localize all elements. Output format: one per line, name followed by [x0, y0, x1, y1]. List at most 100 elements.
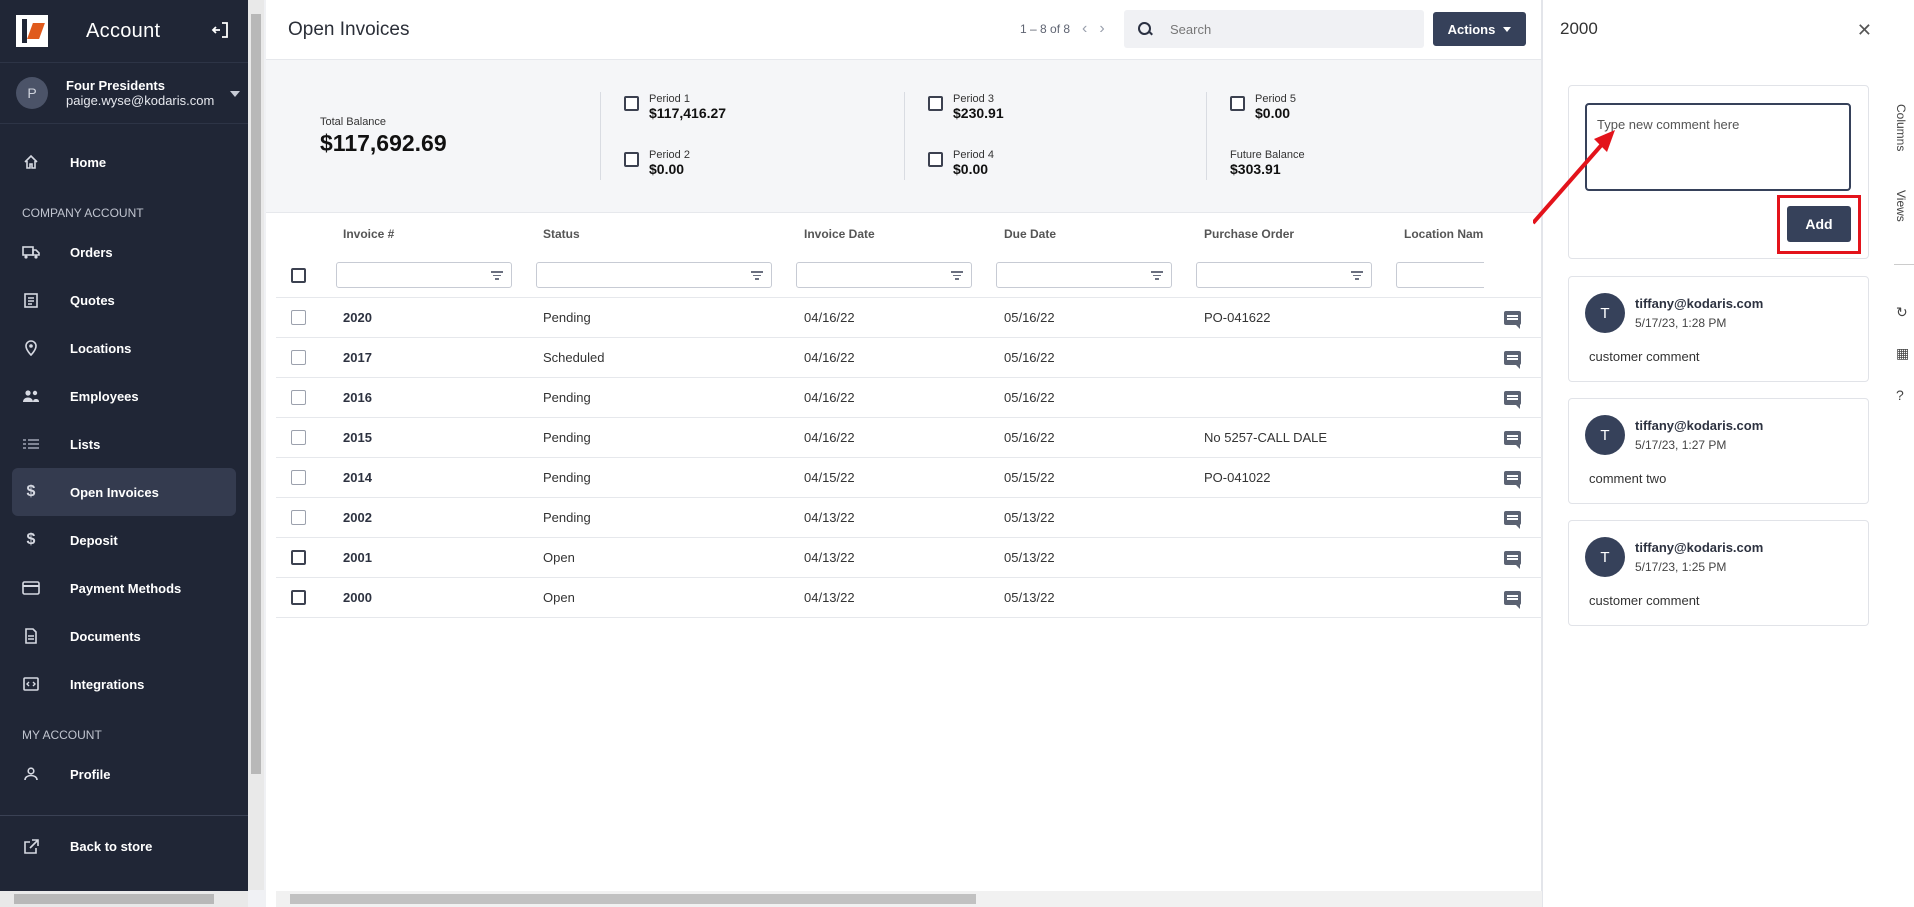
comment-icon[interactable] — [1504, 431, 1521, 449]
comment-icon[interactable] — [1504, 391, 1521, 409]
search-input[interactable] — [1170, 21, 1410, 37]
filter-due-date[interactable] — [996, 262, 1172, 288]
period-5[interactable]: Period 5 $0.00 — [1230, 92, 1296, 120]
period-4[interactable]: Period 4 $0.00 — [928, 148, 994, 176]
sidebar-item-orders[interactable]: Orders — [12, 228, 236, 276]
row-checkbox[interactable] — [291, 390, 306, 405]
sidebar-item-integrations[interactable]: Integrations — [12, 660, 236, 708]
row-checkbox[interactable] — [291, 430, 306, 445]
table-row[interactable]: 2014 Pending 04/15/22 05/15/22 PO-041022 — [276, 458, 1542, 498]
row-checkbox[interactable] — [291, 590, 306, 605]
filter-purchase-order[interactable] — [1196, 262, 1372, 288]
invoice-number[interactable]: 2020 — [343, 310, 372, 325]
filter-invoice[interactable] — [336, 262, 512, 288]
table-horizontal-scrollbar[interactable] — [276, 891, 1542, 907]
columns-tab[interactable]: Columns — [1894, 104, 1908, 151]
period-1-checkbox[interactable] — [624, 96, 639, 111]
sidebar-vertical-scrollbar[interactable] — [248, 0, 264, 890]
sidebar-item-profile[interactable]: Profile — [12, 750, 236, 798]
invoice-number[interactable]: 2016 — [343, 390, 372, 405]
filter-icon[interactable] — [491, 271, 503, 280]
period-2-checkbox[interactable] — [624, 152, 639, 167]
comment-icon[interactable] — [1504, 351, 1521, 369]
table-row[interactable]: 2015 Pending 04/16/22 05/16/22 No 5257-C… — [276, 418, 1542, 458]
sidebar-item-employees[interactable]: Employees — [12, 372, 236, 420]
table-row[interactable]: 2000 Open 04/13/22 05/13/22 — [276, 578, 1542, 618]
filter-icon[interactable] — [951, 271, 963, 280]
period-3[interactable]: Period 3 $230.91 — [928, 92, 1004, 120]
sidebar-item-documents[interactable]: Documents — [12, 612, 236, 660]
row-checkbox[interactable] — [291, 350, 306, 365]
comment-icon[interactable] — [1504, 471, 1521, 489]
invoice-number[interactable]: 2001 — [343, 550, 372, 565]
chevron-right-icon[interactable]: › — [1099, 21, 1104, 37]
sidebar-item-payment-methods[interactable]: Payment Methods — [12, 564, 236, 612]
row-checkbox[interactable] — [291, 310, 306, 325]
views-tab[interactable]: Views — [1894, 190, 1908, 222]
period-5-checkbox[interactable] — [1230, 96, 1245, 111]
invoice-number[interactable]: 2015 — [343, 430, 372, 445]
close-icon[interactable]: ✕ — [1857, 20, 1872, 41]
table-row[interactable]: 2020 Pending 04/16/22 05/16/22 PO-041622 — [276, 298, 1542, 338]
row-checkbox[interactable] — [291, 470, 306, 485]
period-label: Future Balance — [1230, 149, 1305, 161]
row-checkbox[interactable] — [291, 510, 306, 525]
comment-icon[interactable] — [1504, 511, 1521, 529]
sidebar-item-label: Orders — [70, 244, 113, 260]
caret-down-icon[interactable] — [230, 91, 240, 97]
filter-status[interactable] — [536, 262, 772, 288]
user-switcher[interactable]: P Four Presidents paige.wyse@kodaris.com — [0, 62, 248, 124]
invoice-number[interactable]: 2017 — [343, 350, 372, 365]
select-all-checkbox[interactable] — [291, 268, 306, 283]
comment-textarea[interactable] — [1585, 103, 1851, 191]
collapse-sidebar-icon[interactable] — [210, 20, 230, 40]
period-1[interactable]: Period 1 $117,416.27 — [624, 92, 726, 120]
scrollbar-thumb[interactable] — [290, 894, 976, 904]
help-icon[interactable]: ? — [1896, 388, 1910, 402]
sidebar-item-open-invoices[interactable]: $ Open Invoices — [12, 468, 236, 516]
scrollbar-thumb[interactable] — [14, 894, 214, 904]
sidebar-horizontal-scrollbar[interactable] — [0, 891, 248, 907]
column-header-invoice[interactable]: Invoice # — [343, 227, 394, 241]
column-header-status[interactable]: Status — [543, 227, 580, 241]
column-header-invoice-date[interactable]: Invoice Date — [804, 227, 875, 241]
invoice-number[interactable]: 2000 — [343, 590, 372, 605]
filter-invoice-date[interactable] — [796, 262, 972, 288]
scrollbar-thumb[interactable] — [251, 14, 261, 774]
table-row[interactable]: 2002 Pending 04/13/22 05/13/22 — [276, 498, 1542, 538]
back-to-store-link[interactable]: Back to store — [0, 815, 248, 877]
period-3-checkbox[interactable] — [928, 96, 943, 111]
column-header-purchase-order[interactable]: Purchase Order — [1204, 227, 1294, 241]
sidebar-item-deposit[interactable]: $ Deposit — [12, 516, 236, 564]
comment-timestamp: 5/17/23, 1:27 PM — [1635, 438, 1727, 452]
table-row[interactable]: 2016 Pending 04/16/22 05/16/22 — [276, 378, 1542, 418]
sidebar-item-locations[interactable]: Locations — [12, 324, 236, 372]
sidebar-item-quotes[interactable]: Quotes — [12, 276, 236, 324]
sidebar-item-back-to-store[interactable]: Back to store — [12, 823, 236, 871]
row-checkbox[interactable] — [291, 550, 306, 565]
column-header-due-date[interactable]: Due Date — [1004, 227, 1056, 241]
column-header-location-name[interactable]: Location Nam — [1404, 227, 1483, 241]
kodaris-logo[interactable] — [16, 15, 48, 47]
user-email: paige.wyse@kodaris.com — [66, 93, 215, 108]
sidebar-item-home[interactable]: Home — [12, 138, 236, 186]
comment-icon[interactable] — [1504, 591, 1521, 609]
table-row[interactable]: 2017 Scheduled 04/16/22 05/16/22 — [276, 338, 1542, 378]
invoice-number[interactable]: 2002 — [343, 510, 372, 525]
comment-icon[interactable] — [1504, 551, 1521, 569]
filter-icon[interactable] — [751, 271, 763, 280]
table-row[interactable]: 2001 Open 04/13/22 05/13/22 — [276, 538, 1542, 578]
sidebar-item-lists[interactable]: Lists — [12, 420, 236, 468]
period-2[interactable]: Period 2 $0.00 — [624, 148, 690, 176]
search-box[interactable] — [1124, 10, 1424, 48]
chevron-left-icon[interactable]: ‹ — [1082, 21, 1087, 37]
filter-location-name[interactable] — [1396, 262, 1484, 288]
refresh-icon[interactable]: ↻ — [1896, 305, 1910, 319]
invoice-number[interactable]: 2014 — [343, 470, 372, 485]
filter-icon[interactable] — [1151, 271, 1163, 280]
period-4-checkbox[interactable] — [928, 152, 943, 167]
table-icon[interactable]: ▦ — [1896, 346, 1910, 360]
actions-button[interactable]: Actions — [1433, 12, 1526, 46]
filter-icon[interactable] — [1351, 271, 1363, 280]
comment-icon[interactable] — [1504, 311, 1521, 329]
